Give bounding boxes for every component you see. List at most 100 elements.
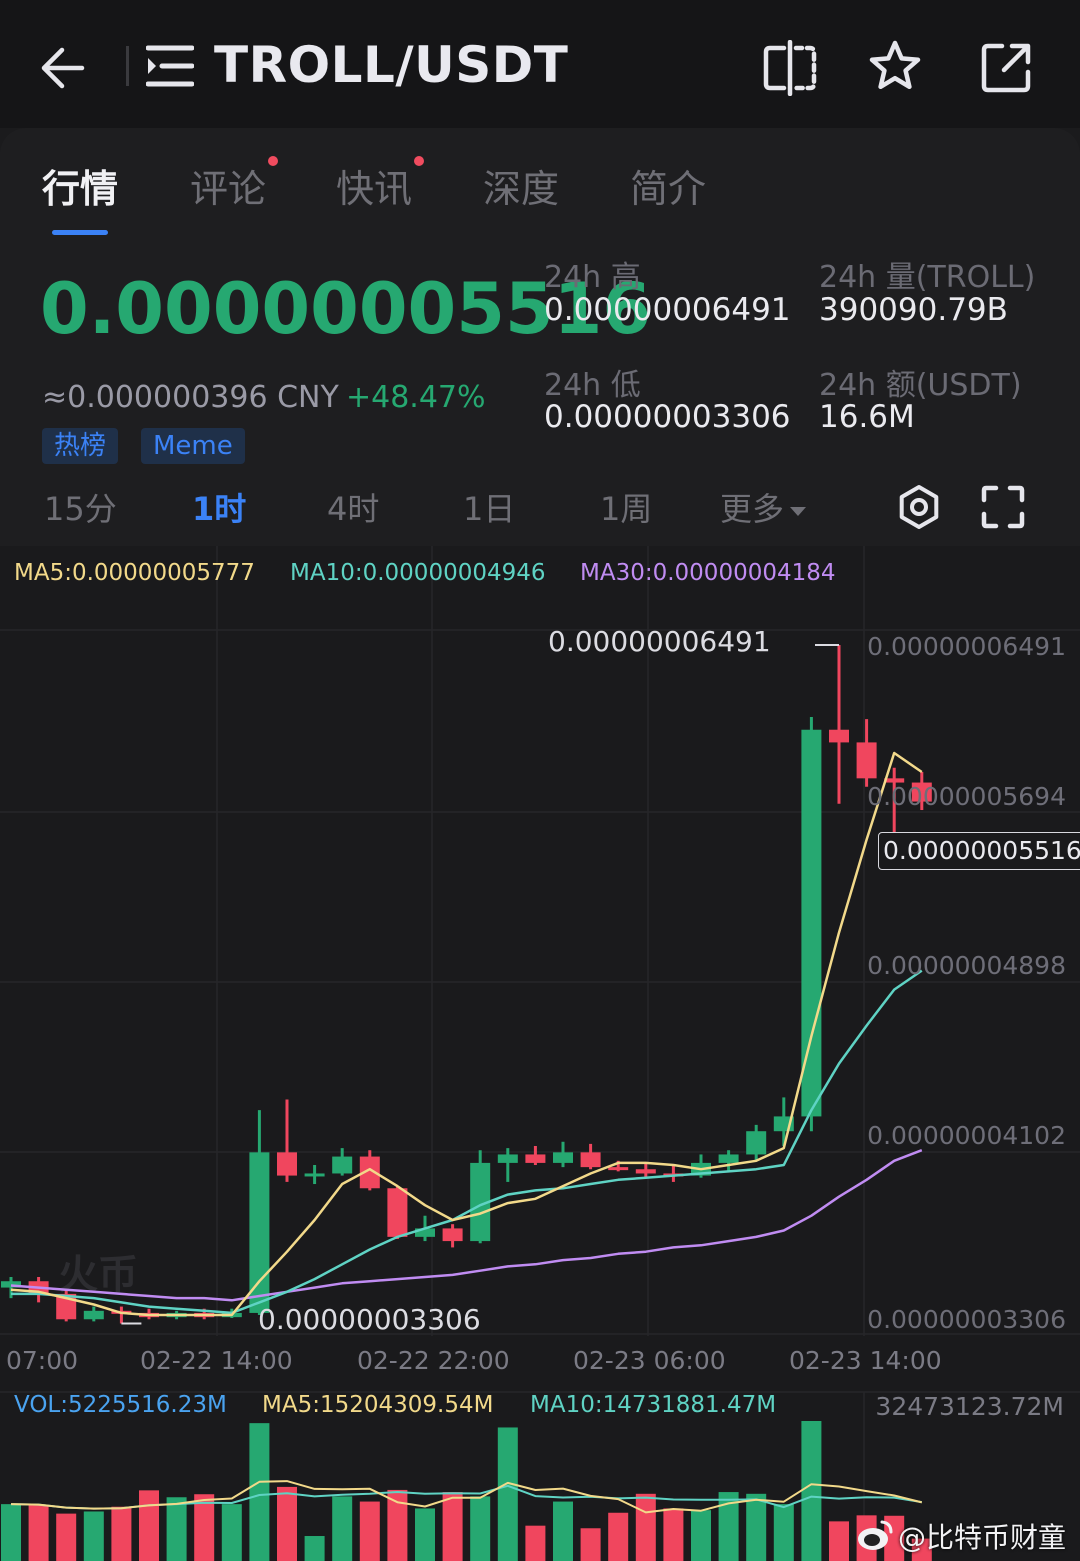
volume-bar <box>746 1493 767 1561</box>
candle-down <box>635 1169 656 1174</box>
volume-bar <box>194 1494 215 1561</box>
volume-label: 24h 量(TROLL) <box>819 260 1036 295</box>
volume-bar <box>608 1512 629 1561</box>
cny-price: ≈0.000000396 CNY <box>42 380 339 415</box>
volume-bar <box>773 1504 794 1561</box>
volume-bar <box>111 1506 132 1561</box>
volume-legend: VOL:5225516.23M <box>14 1392 227 1418</box>
interval-15m[interactable]: 15分 <box>44 484 117 530</box>
tab-comments[interactable]: 评论 <box>190 156 279 213</box>
volume-bar <box>663 1508 684 1561</box>
volume-value: 390090.79B <box>819 292 1008 328</box>
interval-4h[interactable]: 4时 <box>327 484 379 530</box>
volume-bar <box>139 1490 159 1561</box>
low-label: 24h 低 <box>544 368 641 403</box>
volume-bar <box>304 1536 325 1561</box>
ma30-legend: MA30:0.00000004184 <box>580 560 836 586</box>
y-tick-label: 0.00000003306 <box>867 1305 1066 1334</box>
x-tick-label: 02-22 22:00 <box>357 1346 510 1375</box>
volume-bar <box>83 1511 104 1561</box>
volume-bar <box>28 1505 49 1561</box>
app-screen: TROLL/USDT 行情 评论 快讯 深度 简介 0.00000005516 … <box>0 0 1080 1561</box>
volume-bar <box>635 1493 656 1561</box>
y-tick-label: 0.00000004102 <box>867 1121 1066 1150</box>
change-percent: +48.47% <box>346 380 486 415</box>
candle-down <box>442 1228 463 1242</box>
x-tick-label: 02-23 06:00 <box>573 1346 726 1375</box>
title-divider <box>126 46 129 86</box>
candle-up <box>718 1154 739 1163</box>
chevron-down-icon <box>790 506 807 516</box>
tab-market[interactable]: 行情 <box>42 158 118 213</box>
unread-dot <box>414 156 425 166</box>
high-label: 24h 高 <box>544 260 641 295</box>
candle-up <box>497 1154 518 1163</box>
x-tick-label: 07:00 <box>6 1346 79 1375</box>
low-value: 0.00000003306 <box>544 399 791 435</box>
interval-more[interactable]: 更多 <box>720 484 807 530</box>
volume-bar <box>442 1492 463 1561</box>
volume-bar <box>221 1504 242 1561</box>
volume-bar <box>497 1427 518 1561</box>
volume-max-label: 32473123.72M <box>875 1392 1064 1421</box>
current-price-marker: 0.00000005516 <box>878 832 1080 870</box>
volume-bar <box>359 1501 380 1561</box>
credit-watermark: @比特币财童 <box>898 1521 1067 1554</box>
candle-down <box>608 1167 629 1171</box>
x-tick-label: 02-23 14:00 <box>789 1346 942 1375</box>
volume-bar <box>387 1489 408 1561</box>
candle-up <box>553 1152 573 1163</box>
tag-meme[interactable]: Meme <box>141 428 245 464</box>
interval-1d[interactable]: 1日 <box>463 484 515 530</box>
tag-hot[interactable]: 热榜 <box>42 428 119 464</box>
amount-value: 16.6M <box>819 399 915 435</box>
market-tabs: 行情 评论 快讯 深度 简介 <box>0 146 1080 236</box>
volume-bar <box>525 1525 546 1561</box>
candle-up <box>801 729 822 1117</box>
volume-bar <box>580 1528 601 1561</box>
candle-down <box>856 742 877 779</box>
pair-title[interactable]: TROLL/USDT <box>214 36 568 94</box>
compare-icon[interactable] <box>760 40 820 96</box>
candle-up <box>746 1131 767 1155</box>
volume-bar <box>470 1496 491 1561</box>
weibo-icon <box>858 1520 893 1550</box>
volume-bar <box>415 1508 435 1561</box>
y-tick-label: 0.00000004898 <box>867 951 1066 980</box>
x-tick-label: 02-22 14:00 <box>140 1346 293 1375</box>
chart-settings-icon[interactable] <box>896 484 942 530</box>
high-value: 0.00000006491 <box>544 292 791 328</box>
unread-dot <box>268 156 279 166</box>
interval-1h[interactable]: 1时 <box>192 484 246 530</box>
amount-label: 24h 额(USDT) <box>819 368 1022 403</box>
volume-bar <box>277 1486 297 1561</box>
ma5-legend: MA5:0.00000005777 <box>14 560 255 586</box>
candle-up <box>332 1156 353 1174</box>
volume-bar <box>166 1497 187 1561</box>
fullscreen-icon[interactable] <box>980 484 1026 530</box>
share-icon[interactable] <box>978 40 1034 96</box>
interval-1w[interactable]: 1周 <box>600 484 652 530</box>
volume-bar <box>332 1496 353 1561</box>
volume-bar <box>249 1423 270 1561</box>
tab-news[interactable]: 快讯 <box>336 156 425 213</box>
candle-down <box>525 1154 546 1163</box>
favorite-star-icon[interactable] <box>866 38 924 96</box>
volume-ma5-legend: MA5:15204309.54M <box>262 1392 494 1418</box>
back-arrow-icon[interactable] <box>36 40 92 96</box>
pair-menu-icon[interactable] <box>146 44 194 88</box>
volume-bar <box>553 1501 573 1561</box>
low-marker-label: 0.00000003306 <box>258 1303 481 1336</box>
volume-bar <box>691 1510 711 1561</box>
candle-up <box>83 1310 104 1320</box>
volume-bar <box>1 1504 21 1561</box>
active-tab-indicator <box>52 230 108 235</box>
volume-ma10-legend: MA10:14731881.47M <box>530 1392 777 1418</box>
tab-intro[interactable]: 简介 <box>630 158 706 213</box>
tab-depth[interactable]: 深度 <box>483 158 559 213</box>
y-tick-label: 0.00000006491 <box>867 632 1066 661</box>
volume-bar <box>56 1513 77 1561</box>
ma10-legend: MA10:0.00000004946 <box>290 560 546 586</box>
ma30-line <box>10 1149 923 1302</box>
candle-up <box>304 1173 325 1177</box>
